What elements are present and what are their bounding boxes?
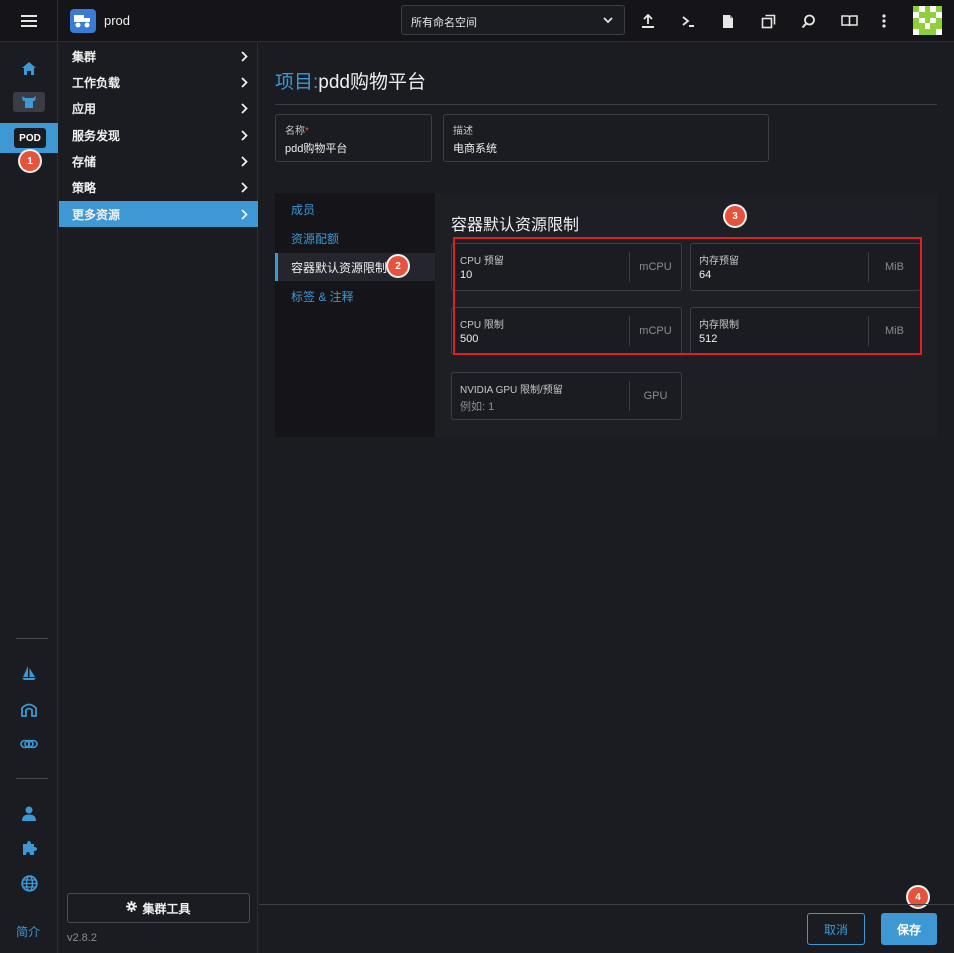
footer-divider — [259, 904, 954, 905]
name-field[interactable]: 名称* pdd购物平台 — [275, 114, 432, 162]
extensions-puzzle-icon[interactable] — [0, 835, 58, 861]
description-field-label: 描述 — [453, 126, 473, 137]
nav-item-more-resources[interactable]: 更多资源 — [59, 201, 258, 227]
nav-item-service-discovery[interactable]: 服务发现 — [59, 122, 258, 148]
rail-divider — [16, 638, 48, 639]
chevron-down-icon — [602, 14, 614, 29]
tab-labels-annotations[interactable]: 标签 & 注释 — [275, 282, 435, 310]
chevron-right-icon — [240, 182, 248, 196]
copy-icon[interactable] — [757, 10, 779, 32]
vertical-tabs: 成员 资源配额 容器默认资源限制 标签 & 注释 — [275, 193, 435, 437]
tab-members[interactable]: 成员 — [275, 195, 435, 223]
gpu-limit-label: NVIDIA GPU 限制/预留 — [460, 385, 563, 396]
fleet-icon[interactable] — [0, 731, 58, 757]
gear-icon — [126, 901, 138, 915]
home-icon[interactable] — [0, 55, 58, 81]
pod-badge[interactable]: POD — [14, 128, 46, 148]
menu-icon[interactable] — [0, 0, 58, 42]
page-title-name: pdd购物平台 — [318, 72, 426, 93]
page-title: 项目:pdd购物平台 — [275, 67, 426, 94]
step-marker-2: 2 — [388, 256, 408, 276]
page-title-prefix: 项目: — [275, 72, 319, 93]
name-field-label: 名称* — [285, 126, 309, 137]
about-link[interactable]: 简介 — [16, 923, 40, 940]
tab-resource-quota[interactable]: 资源配额 — [275, 224, 435, 252]
nav-item-storage[interactable]: 存储 — [59, 148, 258, 174]
nav-item-label: 存储 — [72, 154, 97, 169]
cluster-logo-icon — [70, 9, 96, 33]
section-title: 容器默认资源限制 — [451, 217, 580, 234]
user-avatar[interactable] — [913, 6, 942, 35]
nav-item-label: 应用 — [72, 101, 97, 116]
nav-item-cluster[interactable]: 集群 — [59, 43, 258, 69]
gpu-limit-field[interactable]: NVIDIA GPU 限制/预留 例如: 1 GPU — [451, 372, 682, 420]
nav-item-label: 集群 — [72, 49, 97, 64]
upload-icon[interactable] — [637, 10, 659, 32]
user-icon[interactable] — [0, 800, 58, 826]
gpu-limit-unit: GPU — [629, 381, 681, 411]
chevron-right-icon — [240, 156, 248, 170]
cluster-manager-icon[interactable] — [0, 89, 58, 115]
description-field-value: 电商系统 — [453, 143, 497, 155]
chevron-right-icon — [240, 51, 248, 65]
side-nav: 集群 工作负载 应用 服务发现 存储 策略 更多资源 集群工具 v2.8.2 — [59, 43, 258, 953]
nav-item-label: 更多资源 — [72, 207, 121, 222]
namespace-select[interactable]: 所有命名空间 — [401, 5, 625, 35]
nav-item-apps[interactable]: 应用 — [59, 95, 258, 121]
chevron-right-icon — [240, 77, 248, 91]
highlight-box — [453, 237, 922, 355]
globe-icon[interactable] — [0, 870, 58, 896]
chevron-right-icon — [240, 130, 248, 144]
gpu-limit-placeholder: 例如: 1 — [460, 401, 495, 413]
left-rail: POD 简介 — [0, 43, 58, 953]
sailboat-icon[interactable] — [0, 660, 58, 686]
cluster-tools-label: 集群工具 — [142, 901, 191, 916]
title-divider — [275, 104, 937, 105]
cluster-tools-button[interactable]: 集群工具 — [67, 893, 250, 923]
storage-arch-icon[interactable] — [0, 696, 58, 722]
chevron-right-icon — [240, 209, 248, 223]
book-icon[interactable] — [838, 10, 860, 32]
rail-divider — [16, 778, 48, 779]
nav-item-label: 工作负载 — [72, 75, 121, 90]
version-label: v2.8.2 — [67, 932, 97, 944]
nav-item-label: 服务发现 — [72, 128, 121, 143]
nav-item-workloads[interactable]: 工作负载 — [59, 69, 258, 95]
tab-container-default-limits[interactable]: 容器默认资源限制 — [275, 253, 435, 281]
description-field[interactable]: 描述 电商系统 — [443, 114, 769, 162]
search-icon[interactable] — [797, 10, 819, 32]
namespace-select-value: 所有命名空间 — [411, 17, 477, 29]
cancel-button[interactable]: 取消 — [807, 913, 865, 945]
nav-item-label: 策略 — [72, 180, 97, 195]
chevron-right-icon — [240, 103, 248, 117]
cluster-name: prod — [104, 13, 131, 28]
nav-item-policy[interactable]: 策略 — [59, 174, 258, 200]
step-marker-1: 1 — [20, 151, 40, 171]
name-field-value: pdd购物平台 — [285, 143, 348, 155]
terminal-icon[interactable] — [677, 10, 699, 32]
top-bar: prod 所有命名空间 — [0, 0, 954, 42]
file-icon[interactable] — [717, 10, 739, 32]
save-button[interactable]: 保存 — [881, 913, 937, 945]
step-marker-3: 3 — [725, 206, 745, 226]
more-vertical-icon[interactable] — [873, 10, 895, 32]
